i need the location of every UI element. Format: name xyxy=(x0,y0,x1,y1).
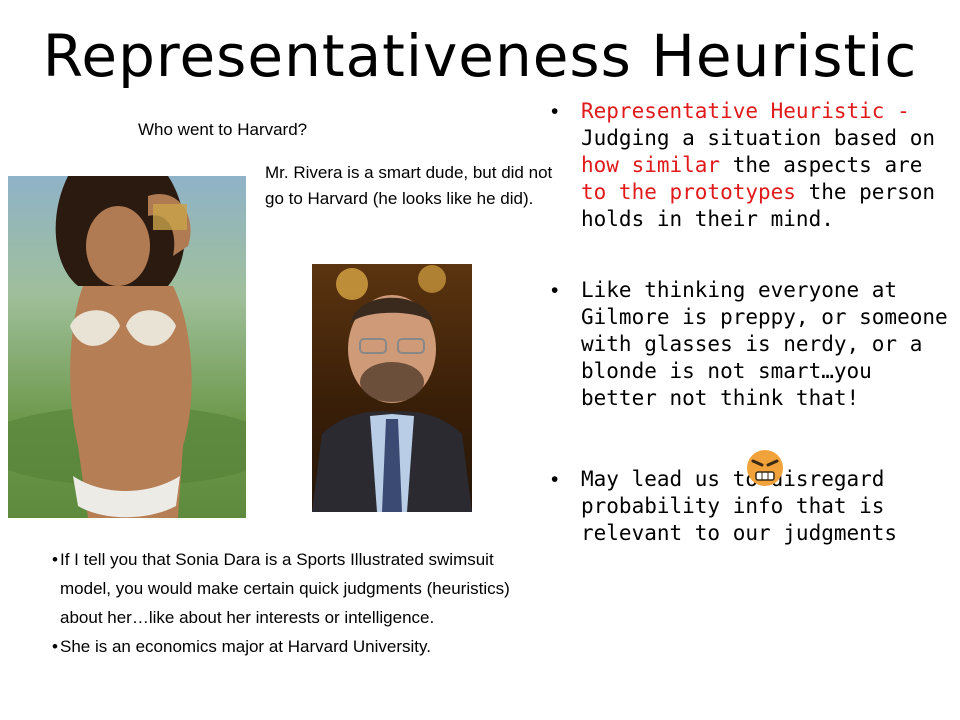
bullet-marker: • xyxy=(551,100,559,123)
model-photo xyxy=(8,176,246,518)
model-figure xyxy=(8,176,246,518)
bullet-marker: • xyxy=(52,550,58,569)
scenario-text: If I tell you that Sonia Dara is a Sport… xyxy=(60,550,510,627)
list-item: • Representative Heuristic - Judging a s… xyxy=(549,98,949,233)
term-label: Representative Heuristic - xyxy=(581,99,910,123)
consequence-text: May lead us to disregard probability inf… xyxy=(581,467,898,545)
rivera-photo xyxy=(312,264,472,512)
definition-text: the aspects are xyxy=(720,153,923,177)
example-text: Like thinking everyone at Gilmore is pre… xyxy=(581,278,948,410)
scenario-list: • If I tell you that Sonia Dara is a Spo… xyxy=(52,545,512,661)
highlight-text: how similar xyxy=(581,153,721,177)
bullet-marker: • xyxy=(52,637,58,656)
bullet-marker: • xyxy=(551,279,559,302)
list-item: • If I tell you that Sonia Dara is a Spo… xyxy=(52,545,512,632)
angry-face-icon xyxy=(747,450,783,486)
highlight-text: to the prototypes xyxy=(581,180,796,204)
rivera-figure xyxy=(312,265,472,512)
list-item: • She is an economics major at Harvard U… xyxy=(52,632,512,661)
rivera-caption: Mr. Rivera is a smart dude, but did not … xyxy=(265,163,553,208)
list-item: • Like thinking everyone at Gilmore is p… xyxy=(549,277,949,412)
slide-title: Representativeness Heuristic xyxy=(42,22,918,90)
question-label: Who went to Harvard? xyxy=(138,120,308,139)
definition-text: Judging a situation based on xyxy=(581,126,936,150)
scenario-text: She is an economics major at Harvard Uni… xyxy=(60,637,431,656)
bullet-marker: • xyxy=(551,468,559,491)
